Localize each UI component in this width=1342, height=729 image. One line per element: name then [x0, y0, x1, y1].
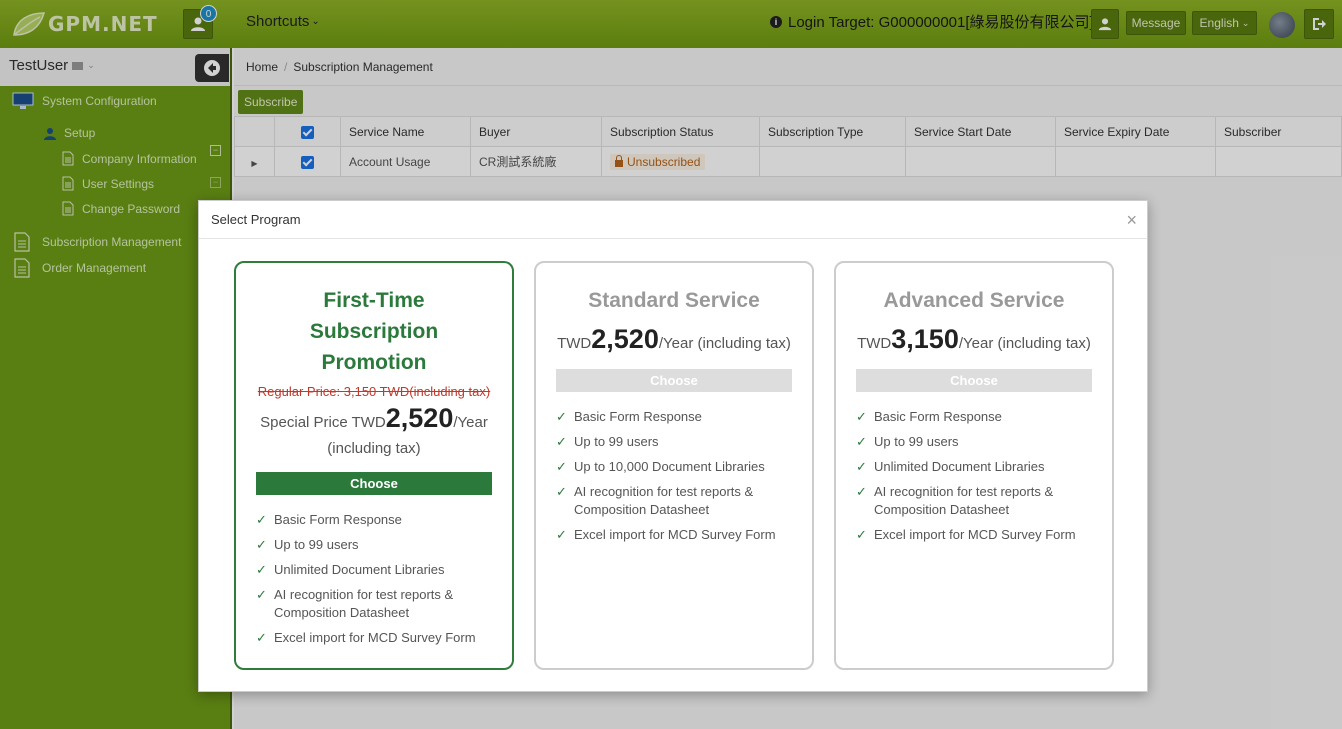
plan-card-promotion: First-Time Subscription Promotion Regula… — [234, 261, 514, 670]
feature-text: Up to 99 users — [574, 434, 659, 449]
list-item: ✓ Unlimited Document Libraries — [256, 561, 492, 579]
feature-text: Excel import for MCD Survey Form — [874, 527, 1076, 542]
feature-text: Up to 99 users — [274, 537, 359, 552]
list-item: ✓ Excel import for MCD Survey Form — [256, 629, 492, 647]
plan-price: Special Price TWD2,520/Year (including t… — [236, 405, 512, 462]
plan-title: Standard Service — [588, 289, 760, 312]
choose-label: Choose — [950, 373, 998, 388]
list-item: ✓ Up to 99 users — [256, 536, 492, 554]
feature-text: Excel import for MCD Survey Form — [274, 630, 476, 645]
choose-button[interactable]: Choose — [856, 369, 1092, 392]
checkmark-icon: ✓ — [856, 459, 867, 474]
checkmark-icon: ✓ — [256, 512, 267, 527]
feature-text: Basic Form Response — [574, 409, 702, 424]
list-item: ✓ AI recognition for test reports & Compo… — [556, 483, 792, 519]
price-amount: 2,520 — [591, 324, 659, 354]
choose-label: Choose — [350, 476, 398, 491]
feature-list: ✓ Basic Form Response ✓ Up to 99 users ✓ Un… — [856, 408, 1092, 544]
list-item: ✓ Up to 10,000 Document Libraries — [556, 458, 792, 476]
price-prefix: TWD — [857, 335, 892, 352]
choose-button[interactable]: Choose — [556, 369, 792, 392]
plan-price: TWD3,150/Year (including tax) — [836, 324, 1112, 359]
price-suffix: /Year (including tax) — [958, 335, 1091, 352]
feature-list: ✓ Basic Form Response ✓ Up to 99 users ✓ Un… — [256, 511, 492, 647]
list-item: ✓ Basic Form Response — [556, 408, 792, 426]
price-prefix: TWD — [557, 335, 592, 352]
choose-button[interactable]: Choose — [256, 472, 492, 495]
checkmark-icon: ✓ — [856, 527, 867, 542]
price-amount: 3,150 — [891, 324, 959, 354]
price-suffix: /Year (including tax) — [658, 335, 791, 352]
checkmark-icon: ✓ — [856, 434, 867, 449]
feature-text: Up to 10,000 Document Libraries — [574, 459, 765, 474]
checkmark-icon: ✓ — [256, 537, 267, 552]
select-program-modal: Select Program × First-Time Subscription… — [198, 200, 1148, 692]
list-item: ✓ AI recognition for test reports & Compo… — [856, 483, 1092, 519]
plan-title: First-Time Subscription Promotion — [309, 289, 439, 374]
feature-text: Basic Form Response — [874, 409, 1002, 424]
list-item: ✓ Up to 99 users — [556, 433, 792, 451]
close-icon[interactable]: × — [1126, 210, 1137, 231]
feature-text: Unlimited Document Libraries — [874, 459, 1045, 474]
list-item: ✓ Basic Form Response — [856, 408, 1092, 426]
checkmark-icon: ✓ — [856, 484, 867, 499]
checkmark-icon: ✓ — [256, 562, 267, 577]
feature-text: Up to 99 users — [874, 434, 959, 449]
plan-card-standard: Standard Service TWD2,520/Year (includin… — [534, 261, 814, 670]
plan-price: TWD2,520/Year (including tax) — [536, 324, 812, 359]
list-item: ✓ AI recognition for test reports & Compo… — [256, 586, 492, 622]
feature-list: ✓ Basic Form Response ✓ Up to 99 users ✓ Up… — [556, 408, 792, 544]
checkmark-icon: ✓ — [856, 409, 867, 424]
price-amount: 2,520 — [385, 403, 454, 433]
price-prefix: Special Price TWD — [260, 414, 386, 431]
feature-text: Unlimited Document Libraries — [274, 562, 445, 577]
feature-text: Excel import for MCD Survey Form — [574, 527, 776, 542]
checkmark-icon: ✓ — [556, 527, 567, 542]
checkmark-icon: ✓ — [556, 434, 567, 449]
list-item: ✓ Excel import for MCD Survey Form — [556, 526, 792, 544]
list-item: ✓ Unlimited Document Libraries — [856, 458, 1092, 476]
feature-text: Basic Form Response — [274, 512, 402, 527]
regular-price: Regular Price: 3,150 TWD(including tax) — [257, 384, 491, 399]
checkmark-icon: ✓ — [256, 630, 267, 645]
checkmark-icon: ✓ — [256, 587, 267, 602]
checkmark-icon: ✓ — [556, 484, 567, 499]
list-item: ✓ Excel import for MCD Survey Form — [856, 526, 1092, 544]
modal-title: Select Program — [211, 212, 301, 227]
choose-label: Choose — [650, 373, 698, 388]
feature-text: AI recognition for test reports & Compos… — [574, 484, 754, 517]
checkmark-icon: ✓ — [556, 409, 567, 424]
plan-card-advanced: Advanced Service TWD3,150/Year (includin… — [834, 261, 1114, 670]
feature-text: AI recognition for test reports & Compos… — [274, 587, 454, 620]
plan-title: Advanced Service — [883, 289, 1065, 312]
list-item: ✓ Basic Form Response — [256, 511, 492, 529]
modal-header: Select Program × — [199, 201, 1147, 239]
feature-text: AI recognition for test reports & Compos… — [874, 484, 1054, 517]
list-item: ✓ Up to 99 users — [856, 433, 1092, 451]
checkmark-icon: ✓ — [556, 459, 567, 474]
